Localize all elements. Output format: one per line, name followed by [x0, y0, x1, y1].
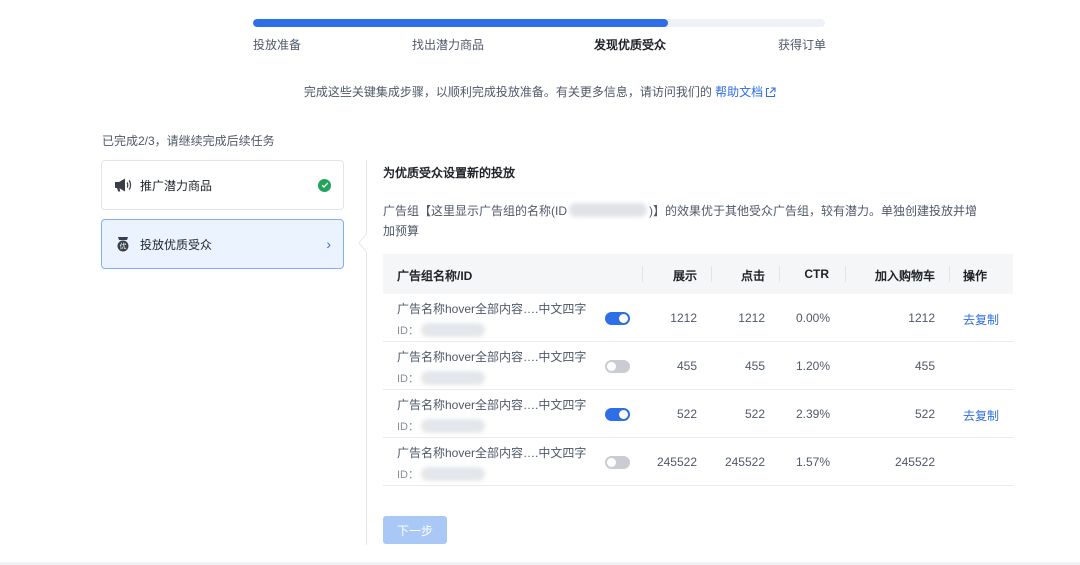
cart-value: 1212 [908, 311, 935, 325]
copy-link[interactable]: 去复制 [963, 311, 999, 328]
id-label: ID： [397, 421, 419, 433]
impressions-value: 245522 [656, 455, 697, 469]
task-label: 推广潜力商品 [140, 178, 213, 193]
intro-text: 完成这些关键集成步骤，以顺利完成投放准备。有关更多信息，请访问我们的 帮助文档 [0, 83, 1080, 100]
impressions-value: 455 [676, 359, 697, 373]
step-find-products: 找出潜力商品 [412, 38, 485, 52]
progress-fill [253, 19, 668, 27]
ctr-value: 0.00% [795, 311, 830, 325]
cart-value: 522 [914, 407, 935, 421]
progress-bar [253, 19, 825, 27]
enable-toggle[interactable] [605, 456, 630, 469]
step-prepare: 投放准备 [253, 38, 302, 52]
next-step-button[interactable]: 下一步 [383, 516, 447, 544]
desc-part-1: 广告组【这里显示广告组的名称(ID [383, 204, 567, 218]
header-action: 操作 [963, 269, 988, 283]
task-promote-products[interactable]: 推广潜力商品 [101, 160, 344, 210]
clicks-value: 1212 [738, 311, 765, 325]
cart-value: 455 [914, 359, 935, 373]
clicks-value: 245522 [724, 455, 765, 469]
step-find-audience: 发现优质受众 [594, 38, 667, 52]
check-circle-icon [318, 178, 331, 192]
desc-part-2: )】的效果优于其他受众广告组，较有潜力。单独创建投放并增 [649, 204, 977, 218]
enable-toggle[interactable] [605, 360, 630, 373]
header-divider [845, 266, 846, 282]
ad-group-table: 广告组名称/ID 展示 点击 CTR 加入购物车 操作 广告名称hover全部内… [383, 254, 1013, 486]
redacted-id [421, 323, 485, 337]
section-description: 广告组【这里显示广告组的名称(ID )】的效果优于其他受众广告组，较有潜力。单独创… [383, 201, 983, 241]
intro-sentence: 完成这些关键集成步骤，以顺利完成投放准备。有关更多信息，请访问我们的 [303, 85, 712, 99]
chevron-right-icon: › [326, 236, 331, 252]
completion-status: 已完成2/3，请继续完成后续任务 [102, 134, 275, 148]
header-divider [779, 266, 780, 282]
toggle-knob [619, 314, 628, 323]
enable-toggle[interactable] [605, 408, 630, 421]
badge-icon: 优 [114, 235, 132, 253]
task-audience[interactable]: 优 投放优质受众 › [101, 219, 344, 269]
toggle-knob [607, 458, 616, 467]
header-ctr: CTR [804, 267, 829, 281]
ctr-value: 1.57% [795, 455, 830, 469]
impressions-value: 1212 [670, 311, 697, 325]
table-header: 广告组名称/ID 展示 点击 CTR 加入购物车 操作 [383, 254, 1013, 294]
redacted-id [569, 203, 647, 217]
step-get-orders: 获得订单 [778, 38, 827, 52]
ad-name: 广告名称hover全部内容….中文四字 [397, 302, 587, 316]
ctr-value: 2.39% [795, 407, 830, 421]
redacted-id [421, 371, 485, 385]
clicks-value: 455 [744, 359, 765, 373]
ad-name: 广告名称hover全部内容….中文四字 [397, 350, 587, 364]
clicks-value: 522 [744, 407, 765, 421]
id-label: ID： [397, 469, 419, 481]
table-row: 广告名称hover全部内容….中文四字 ID： 245522 245522 1.… [383, 438, 1013, 486]
header-clicks: 点击 [740, 269, 765, 283]
redacted-id [421, 467, 485, 481]
copy-link[interactable]: 去复制 [963, 407, 999, 424]
redacted-id [421, 419, 485, 433]
desc-part-3: 加预算 [383, 224, 420, 238]
header-divider [949, 266, 950, 282]
ad-id: ID： [397, 466, 485, 482]
ad-id: ID： [397, 370, 485, 386]
megaphone-icon [114, 176, 132, 194]
table-row: 广告名称hover全部内容….中文四字 ID： 1212 1212 0.00% … [383, 294, 1013, 342]
cart-value: 245522 [894, 455, 935, 469]
panel-pointer [358, 233, 367, 253]
id-label: ID： [397, 373, 419, 385]
toggle-knob [607, 362, 616, 371]
impressions-value: 522 [676, 407, 697, 421]
enable-toggle[interactable] [605, 312, 630, 325]
task-label: 投放优质受众 [140, 237, 213, 252]
ad-name: 广告名称hover全部内容….中文四字 [397, 446, 587, 460]
ad-name: 广告名称hover全部内容….中文四字 [397, 398, 587, 412]
header-impressions: 展示 [672, 269, 697, 283]
table-row: 广告名称hover全部内容….中文四字 ID： 455 455 1.20% 45… [383, 342, 1013, 390]
table-row: 广告名称hover全部内容….中文四字 ID： 522 522 2.39% 52… [383, 390, 1013, 438]
panel-divider [366, 160, 367, 545]
help-docs-link[interactable]: 帮助文档 [715, 85, 776, 99]
external-link-icon[interactable] [765, 87, 776, 98]
ad-id: ID： [397, 322, 485, 338]
ad-id: ID： [397, 418, 485, 434]
ctr-value: 1.20% [795, 359, 830, 373]
id-label: ID： [397, 325, 419, 337]
header-add-to-cart: 加入购物车 [874, 269, 935, 283]
header-divider [711, 266, 712, 282]
help-docs-label[interactable]: 帮助文档 [715, 85, 763, 99]
badge-icon-text: 优 [120, 242, 127, 251]
header-name: 广告组名称/ID [397, 269, 473, 283]
section-title: 为优质受众设置新的投放 [383, 166, 516, 180]
toggle-knob [619, 410, 628, 419]
